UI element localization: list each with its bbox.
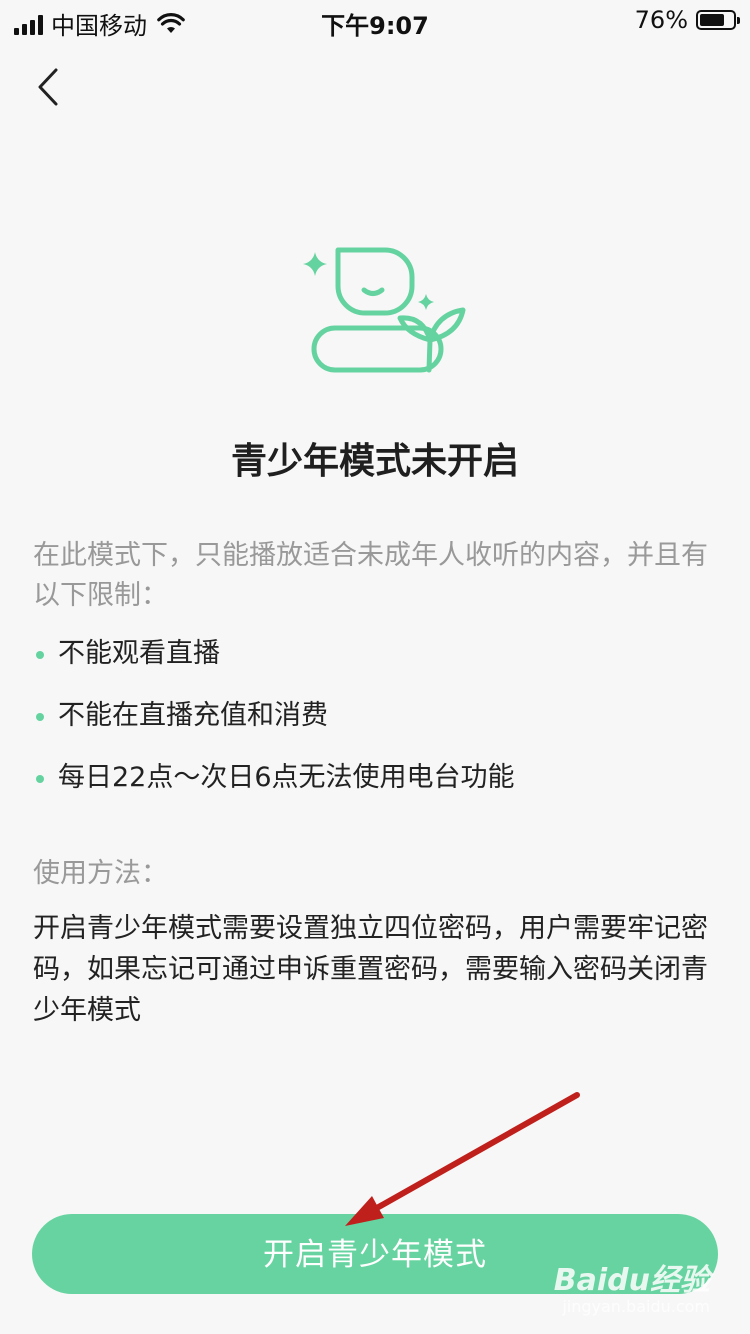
usage-text: 开启青少年模式需要设置独立四位密码，用户需要牢记密码，如果忘记可通过申诉重置密码… [33,913,708,1026]
list-item-text: 每日22点～次日6点无法使用电台功能 [58,762,515,793]
intro-text: 在此模式下，只能播放适合未成年人收听的内容，并且有以下限制： [33,540,708,611]
bullet-icon [36,775,44,783]
battery-icon [696,10,740,30]
baidu-jingyan-watermark: Baidu经验 jingyan.baidu.com [554,1264,710,1316]
status-bar: 中国移动 下午9:07 76% [0,0,750,40]
battery-percent: 76% [634,6,688,34]
restriction-list: 不能观看直播 不能在直播充值和消费 每日22点～次日6点无法使用电台功能 [33,632,723,818]
back-button[interactable] [28,62,68,112]
list-item: 每日22点～次日6点无法使用电台功能 [33,756,723,818]
page-title: 青少年模式未开启 [230,441,519,482]
youth-mode-illustration-icon [303,247,466,373]
battery-fill [700,14,725,26]
list-item-text: 不能观看直播 [58,638,220,669]
list-item: 不能在直播充值和消费 [33,694,723,756]
bullet-icon [36,651,44,659]
list-item: 不能观看直播 [33,632,723,694]
chevron-left-icon [38,68,58,106]
list-item-text: 不能在直播充值和消费 [58,700,328,731]
watermark-logo: Baidu经验 [553,1263,710,1298]
bullet-icon [36,713,44,721]
status-right: 76% [634,6,740,34]
watermark-url: jingyan.baidu.com [562,1297,710,1316]
usage-label: 使用方法： [33,858,168,889]
